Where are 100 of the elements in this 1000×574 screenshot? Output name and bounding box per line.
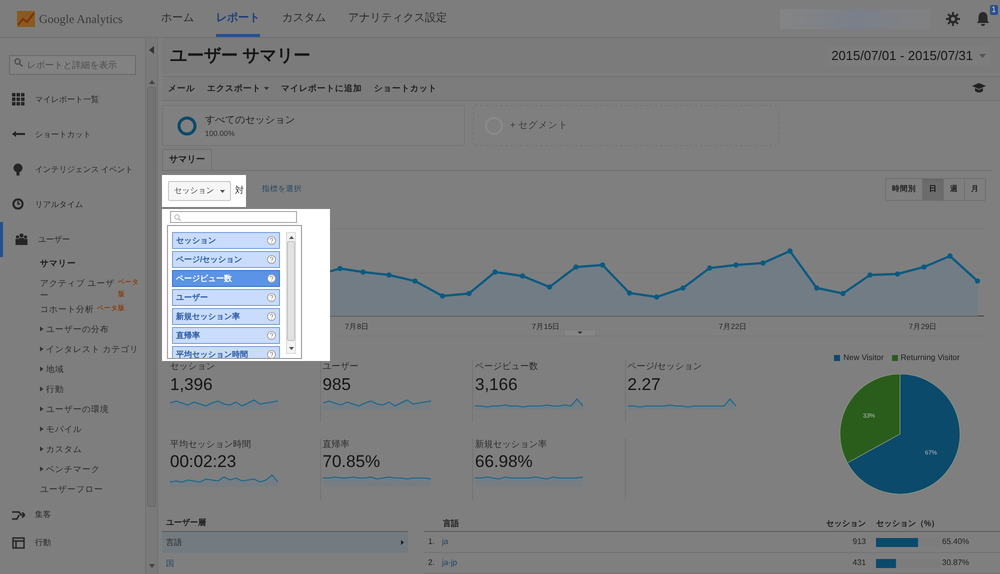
legend-label: New Visitor [843,352,884,364]
split-arrows-icon [12,508,25,522]
dimension-item[interactable]: 国 [162,553,408,574]
scrollbar-thumb[interactable] [287,241,295,341]
chart-toggle-button[interactable] [564,330,596,336]
nav-tab[interactable]: ホーム [161,0,194,37]
sidebar-item[interactable]: インテリジェンス イベント [0,152,145,187]
notification-bell-icon[interactable] [976,10,990,26]
metric-option[interactable]: 直帰率 [172,327,280,344]
metric-value: 1,396 [170,374,214,396]
table-cell-text: 2. [427,557,436,569]
legend-swatch-icon [834,355,840,361]
metric-dropdown[interactable]: セッション [168,181,231,201]
toolbar-button[interactable]: メール [168,82,195,95]
versus-label: 対 [235,184,244,198]
collapse-sidebar-icon[interactable] [149,46,154,54]
legend-swatch-icon [892,355,898,361]
column-header: 言語 [442,518,460,530]
sidebar-subitem[interactable]: カスタム [40,443,143,461]
metric-label: 直帰率 [322,438,350,450]
sidebar-subitem[interactable]: ユーザーの環境 [40,403,143,421]
sidebar-item[interactable]: 行動 [0,529,145,557]
metric-option[interactable]: セッション [172,232,280,249]
sidebar-subitem[interactable]: ベンチマーク [40,463,143,481]
metric-value: 00:02:23 [170,451,238,473]
table-cell-text: 431 [852,557,866,569]
toolbar-button[interactable]: マイレポートに追加 [281,82,362,95]
column-header: ユーザー層 [165,517,207,529]
page-title: ユーザー サマリー [170,45,311,68]
metric-label: ページビュー数 [475,360,539,373]
help-icon[interactable] [267,350,276,358]
language-link[interactable]: ja-jp [442,557,804,569]
graduation-cap-icon[interactable] [972,83,986,94]
metric-value: 2.27 [628,374,662,396]
sidebar-subitem[interactable]: ユーザーフロー [40,483,143,501]
dimension-item[interactable]: 言語 [162,532,408,553]
help-icon[interactable] [267,236,276,245]
search-icon [14,58,23,67]
sidebar-item[interactable]: ショートカット [0,117,145,152]
sidebar-item[interactable]: リアルタイム [0,187,145,222]
table-cell-text: 30.87% [941,557,970,569]
table-cell-text: 913 [852,536,866,548]
help-icon[interactable] [267,293,276,302]
sidebar-subitem[interactable]: サマリー [40,257,143,275]
sidebar-subitem[interactable]: モバイル [40,423,143,441]
chevron-right-icon [401,540,404,545]
tab[interactable]: サマリー [162,149,212,170]
nav-tab[interactable]: カスタム [282,0,326,37]
language-link[interactable]: ja [442,536,804,548]
sidebar-subitem[interactable]: 地域 [40,363,143,381]
nav-tab[interactable]: アナリティクス設定 [348,0,447,37]
logo-text: Google Analytics [39,10,123,28]
help-icon[interactable] [267,255,276,264]
metric-option[interactable]: 新規セッション率 [172,308,280,325]
legend-label: Returning Visitor [900,352,960,364]
column-header: セッション [825,518,866,530]
people-icon [15,233,28,246]
window-icon [12,536,25,550]
caret-icon [979,54,986,58]
scroll-up-icon[interactable] [288,236,294,239]
metric-label: セッション [170,360,216,373]
metric-label: ページ/セッション [628,360,704,373]
metric-value: 70.85% [322,451,382,473]
toolbar-button[interactable]: エクスポート [207,82,269,95]
add-segment-button[interactable]: + セグメント [473,105,779,146]
sidebar-subitem[interactable]: ユーザーの分布 [40,323,143,341]
search-icon [174,214,181,220]
table-cell-text: 1. [427,536,436,548]
analytics-logo-icon [17,10,35,26]
scroll-down-icon[interactable] [288,347,294,350]
metric-value: 985 [322,374,352,396]
settings-icon[interactable] [946,12,960,26]
notification-badge: 1 [990,4,998,14]
table-cell-text: 65.40% [941,536,970,548]
toolbar-button[interactable]: ショートカット [374,82,437,95]
lightbulb-icon [12,163,25,176]
metric-option[interactable]: ページ/セッション [172,251,280,268]
dashboard-grid-icon [12,93,25,106]
search-field[interactable] [170,211,297,223]
clock-icon [12,198,25,211]
metric-label: 平均セッション時間 [170,438,252,450]
caret-icon [220,190,225,192]
sidebar-item[interactable]: 集客 [0,501,145,529]
segment-name: すべてのセッション [205,114,295,128]
caret-icon [264,86,269,90]
column-header: セッション（%） [875,518,940,530]
metric-value: 66.98% [475,451,534,473]
help-icon[interactable] [267,331,276,340]
metric-label: ユーザー [322,360,360,373]
sidebar-item[interactable]: マイレポート一覧 [0,82,145,117]
metric-option[interactable]: 平均セッション時間 [172,346,280,358]
sidebar-subitem[interactable]: インタレスト カテゴリ [40,343,143,361]
help-icon[interactable] [267,274,276,283]
metric-label: 新規セッション率 [475,438,548,450]
metric-option[interactable]: ページビュー数 [172,270,280,287]
metric-value: 3,166 [475,374,519,396]
ring-icon [177,116,197,136]
help-icon[interactable] [267,312,276,321]
sidebar-subitem[interactable]: 行動 [40,383,143,401]
metric-option[interactable]: ユーザー [172,289,280,306]
